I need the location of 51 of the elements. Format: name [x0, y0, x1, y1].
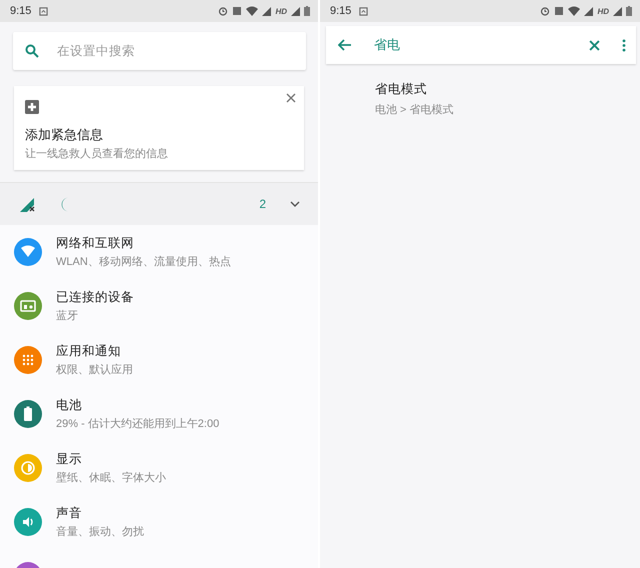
card-subtitle: 让一线急救人员查看您的信息: [25, 147, 169, 161]
network-label: HD: [275, 6, 287, 16]
back-arrow-icon[interactable]: [338, 39, 352, 51]
settings-item[interactable]: 显示 壁纸、休眠、字体大小: [0, 441, 318, 495]
expand-icon[interactable]: [290, 201, 300, 207]
network-label: HD: [597, 6, 609, 16]
clock-time: 9:15: [330, 5, 352, 17]
more-options-icon[interactable]: [622, 38, 626, 52]
result-path: 电池 > 省电模式: [375, 103, 455, 117]
search-icon: [25, 44, 39, 58]
alarm-icon: [540, 6, 550, 16]
search-input[interactable]: 省电: [374, 36, 567, 54]
search-placeholder: 在设置中搜索: [57, 42, 135, 60]
item-title: 网络和互联网: [56, 235, 135, 252]
result-title[interactable]: 省电模式: [375, 81, 640, 98]
conditions-bar[interactable]: 2: [0, 182, 318, 225]
notification-icon: [359, 6, 368, 16]
settings-item[interactable]: 已连接的设备 蓝牙: [0, 279, 318, 333]
item-subtitle: 壁纸、休眠、字体大小: [56, 470, 166, 485]
wifi-icon: [246, 6, 258, 16]
clear-icon[interactable]: [589, 40, 600, 50]
battery-icon: [626, 6, 632, 16]
signal-icon: [584, 6, 594, 16]
settings-item[interactable]: 网络和互联网 WLAN、移动网络、流量使用、热点: [0, 225, 318, 279]
settings-item[interactable]: 声音 音量、振动、勿扰: [0, 495, 318, 549]
signal-icon: [262, 6, 272, 16]
medical-plus-icon: [25, 100, 39, 114]
close-icon[interactable]: [286, 93, 296, 103]
alarm-icon: [218, 6, 228, 16]
item-subtitle: 权限、默认应用: [56, 362, 133, 377]
item-subtitle: 29% - 估计大约还能用到上午2:00: [56, 417, 220, 431]
card-title: 添加紧急信息: [25, 126, 104, 144]
signal-off-icon: [20, 196, 36, 212]
settings-item[interactable]: 应用和通知 权限、默认应用: [0, 333, 318, 387]
signal-icon: [613, 6, 622, 16]
clock-time: 9:15: [10, 5, 32, 17]
settings-item[interactable]: 电池 29% - 估计大约还能用到上午2:00: [0, 387, 318, 441]
item-title: 应用和通知: [56, 343, 122, 360]
wifi-icon: [568, 6, 580, 16]
battery-icon: [304, 6, 310, 16]
suggestion-card[interactable]: 添加紧急信息 让一线急救人员查看您的信息: [14, 86, 304, 170]
item-title: 已连接的设备: [56, 289, 134, 306]
item-subtitle: 蓝牙: [56, 309, 79, 323]
item-title: 显示: [56, 451, 83, 468]
item-title: 声音: [56, 505, 83, 522]
item-title: 电池: [56, 397, 83, 414]
signal-icon: [291, 6, 300, 16]
notification-icon: [39, 6, 48, 16]
item-subtitle: 音量、振动、勿扰: [56, 524, 144, 539]
item-subtitle: WLAN、移动网络、流量使用、热点: [56, 254, 231, 269]
condition-count: 2: [259, 197, 266, 211]
